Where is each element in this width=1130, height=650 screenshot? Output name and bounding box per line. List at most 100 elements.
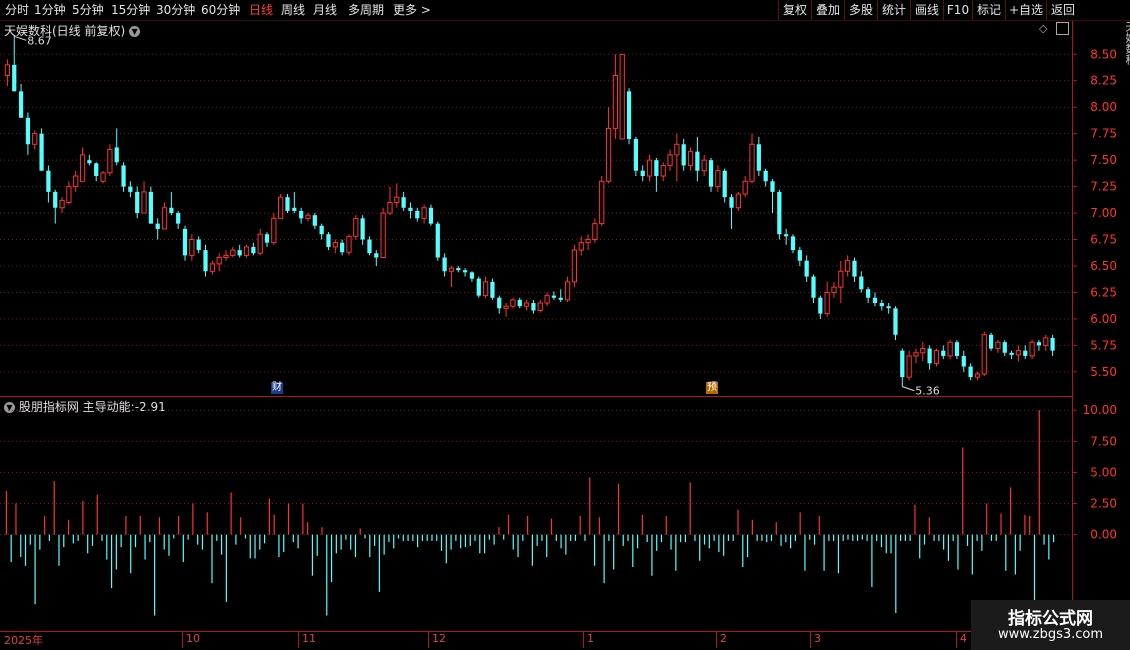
draw-line-button[interactable]: 画线 — [910, 0, 943, 20]
candle-body — [729, 197, 734, 208]
candle-body — [742, 180, 748, 195]
candle-body — [469, 272, 475, 279]
tab-15min[interactable]: 15分钟 — [111, 0, 150, 20]
date-month-label: 2 — [720, 632, 727, 645]
candle-body — [687, 151, 694, 166]
tab-daily[interactable]: 日线 — [249, 0, 273, 20]
candle-body — [251, 246, 256, 254]
candle-body — [32, 133, 38, 145]
tab-weekly[interactable]: 周线 — [281, 0, 305, 20]
candle-body — [394, 196, 400, 203]
candle-body — [299, 210, 304, 219]
max-pointer — [14, 35, 27, 41]
candle-body — [73, 175, 79, 188]
candle-body — [346, 235, 352, 253]
candle-body — [811, 276, 816, 298]
date-tick — [810, 632, 811, 648]
y-tick-label: 7.50 — [1090, 153, 1117, 167]
candle-body — [790, 236, 796, 251]
candle-body — [578, 242, 584, 251]
candle-body — [374, 253, 379, 258]
candle-body — [886, 306, 891, 309]
candle-body — [749, 143, 755, 182]
candle-body — [292, 207, 297, 211]
candle-body — [230, 249, 236, 256]
candle-body — [271, 217, 277, 244]
candle-body — [196, 239, 201, 251]
candle-body — [797, 250, 802, 261]
tab-60min[interactable]: 60分钟 — [201, 0, 240, 20]
candle-body — [332, 242, 338, 248]
y-tick-label: 8.50 — [1090, 47, 1117, 61]
indicator-chart: 10.00 7.50 5.00 2.50 0.00 — [0, 403, 1117, 630]
candle-body — [872, 297, 878, 304]
date-month-label: 4 — [960, 632, 967, 645]
candle-body — [708, 160, 714, 187]
watermark-url: www.zbgs3.com — [997, 627, 1104, 642]
y-tick-label: 2.50 — [1090, 497, 1117, 511]
candle-body — [824, 291, 830, 315]
candle-body — [619, 53, 625, 140]
tab-monthly[interactable]: 月线 — [313, 0, 337, 20]
candle-body — [360, 218, 365, 240]
multi-stock-button[interactable]: 多股 — [844, 0, 877, 20]
tab-5min[interactable]: 5分钟 — [72, 0, 104, 20]
tab-more[interactable]: 更多 > — [393, 0, 431, 20]
candle-body — [941, 350, 946, 356]
panel-divider — [0, 396, 1072, 397]
y-tick-label: 0.00 — [1090, 528, 1117, 542]
mark-button[interactable]: 标记 — [972, 0, 1005, 20]
candle-body — [1029, 341, 1035, 357]
candle-body — [94, 163, 99, 177]
y-tick-label: 5.75 — [1090, 338, 1117, 352]
candle-body — [544, 295, 550, 304]
finance-report-marker[interactable]: 财 — [271, 382, 283, 394]
restore-rights-button[interactable]: 复权 — [778, 0, 811, 20]
candle-body — [626, 91, 632, 139]
y-tick-label: 6.75 — [1090, 233, 1117, 247]
candle-body — [510, 299, 516, 307]
min-price-label: 5.36 — [915, 385, 940, 396]
candle-body — [257, 233, 263, 254]
date-month-label: 11 — [302, 632, 316, 645]
candle-body — [920, 348, 926, 354]
tab-multi-period[interactable]: 多周期 — [348, 0, 384, 20]
candle-body — [599, 180, 605, 225]
y-tick-label: 7.25 — [1090, 180, 1117, 194]
candle-body — [456, 268, 461, 271]
candle-body — [517, 299, 522, 307]
statistics-button[interactable]: 统计 — [877, 0, 910, 20]
date-year-label: 2025年 — [4, 634, 43, 647]
forecast-marker[interactable]: 预 — [706, 382, 718, 394]
candle-body — [18, 91, 24, 118]
max-price-label: 8.67 — [27, 34, 52, 47]
tab-30min[interactable]: 30分钟 — [156, 0, 195, 20]
y-tick-label: 10.00 — [1083, 403, 1117, 417]
right-info-strip: 天娱数科 — [1122, 21, 1130, 396]
y-tick-label: 6.25 — [1090, 285, 1117, 299]
tab-1min[interactable]: 1分钟 — [34, 0, 66, 20]
candle-body — [285, 197, 290, 211]
candle-body — [701, 159, 707, 172]
candle-body — [605, 127, 612, 182]
candle-body — [482, 281, 489, 297]
back-button[interactable]: 返回 — [1046, 0, 1079, 20]
candle-body — [981, 334, 987, 375]
f10-button[interactable]: F10 — [943, 0, 972, 20]
candle-body — [1050, 337, 1055, 351]
candle-body — [161, 207, 168, 230]
candle-body — [763, 170, 768, 182]
candle-body — [216, 257, 222, 265]
candle-body — [838, 270, 844, 288]
candle-body — [571, 249, 578, 283]
candle-body — [428, 207, 434, 224]
add-favorite-button[interactable]: +自选 — [1005, 0, 1046, 20]
candle-body — [558, 297, 563, 300]
candle-body — [735, 193, 741, 209]
overlay-button[interactable]: 叠加 — [811, 0, 844, 20]
candle-body — [442, 257, 447, 272]
date-tick — [583, 632, 584, 648]
candle-body — [305, 214, 311, 219]
candle-body — [312, 215, 317, 226]
tab-fenshi[interactable]: 分时 — [5, 0, 29, 20]
